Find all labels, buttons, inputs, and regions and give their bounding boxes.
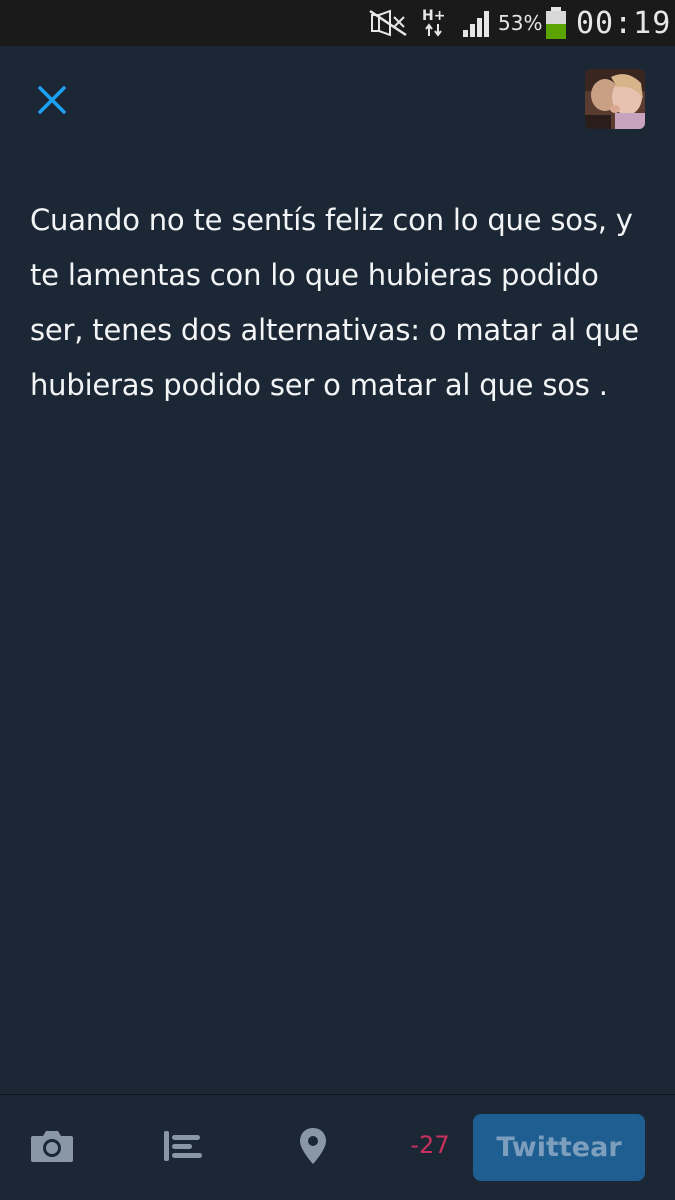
- tweet-text-input[interactable]: Cuando no te sentís feliz con lo que sos…: [30, 193, 650, 413]
- battery-icon: [544, 0, 568, 46]
- location-pin-icon: [300, 1128, 326, 1164]
- avatar-photo: [585, 69, 645, 129]
- camera-button[interactable]: [29, 1123, 75, 1169]
- clock-time: 00:19: [576, 5, 672, 41]
- network-type-label: H+: [422, 8, 446, 24]
- tweet-button[interactable]: Twittear: [473, 1114, 645, 1181]
- camera-icon: [31, 1131, 73, 1162]
- character-counter: -27: [410, 1131, 450, 1159]
- network-arrows-icon: [424, 23, 442, 37]
- user-avatar[interactable]: [585, 69, 645, 129]
- poll-icon: [164, 1131, 202, 1161]
- mute-icon: [368, 0, 408, 46]
- location-button[interactable]: [290, 1123, 336, 1169]
- battery-percent: 53%: [498, 11, 543, 35]
- poll-button[interactable]: [160, 1123, 206, 1169]
- close-icon: [38, 86, 66, 114]
- close-button[interactable]: [30, 80, 74, 120]
- signal-icon: [462, 0, 494, 46]
- status-bar: H+ 53% 00:19: [0, 0, 675, 46]
- compose-tweet-screen: H+ 53% 00:19 Cuando no te sentís feliz c…: [0, 0, 675, 1200]
- network-indicator: H+: [422, 0, 445, 46]
- compose-toolbar: -27 Twittear: [0, 1095, 675, 1200]
